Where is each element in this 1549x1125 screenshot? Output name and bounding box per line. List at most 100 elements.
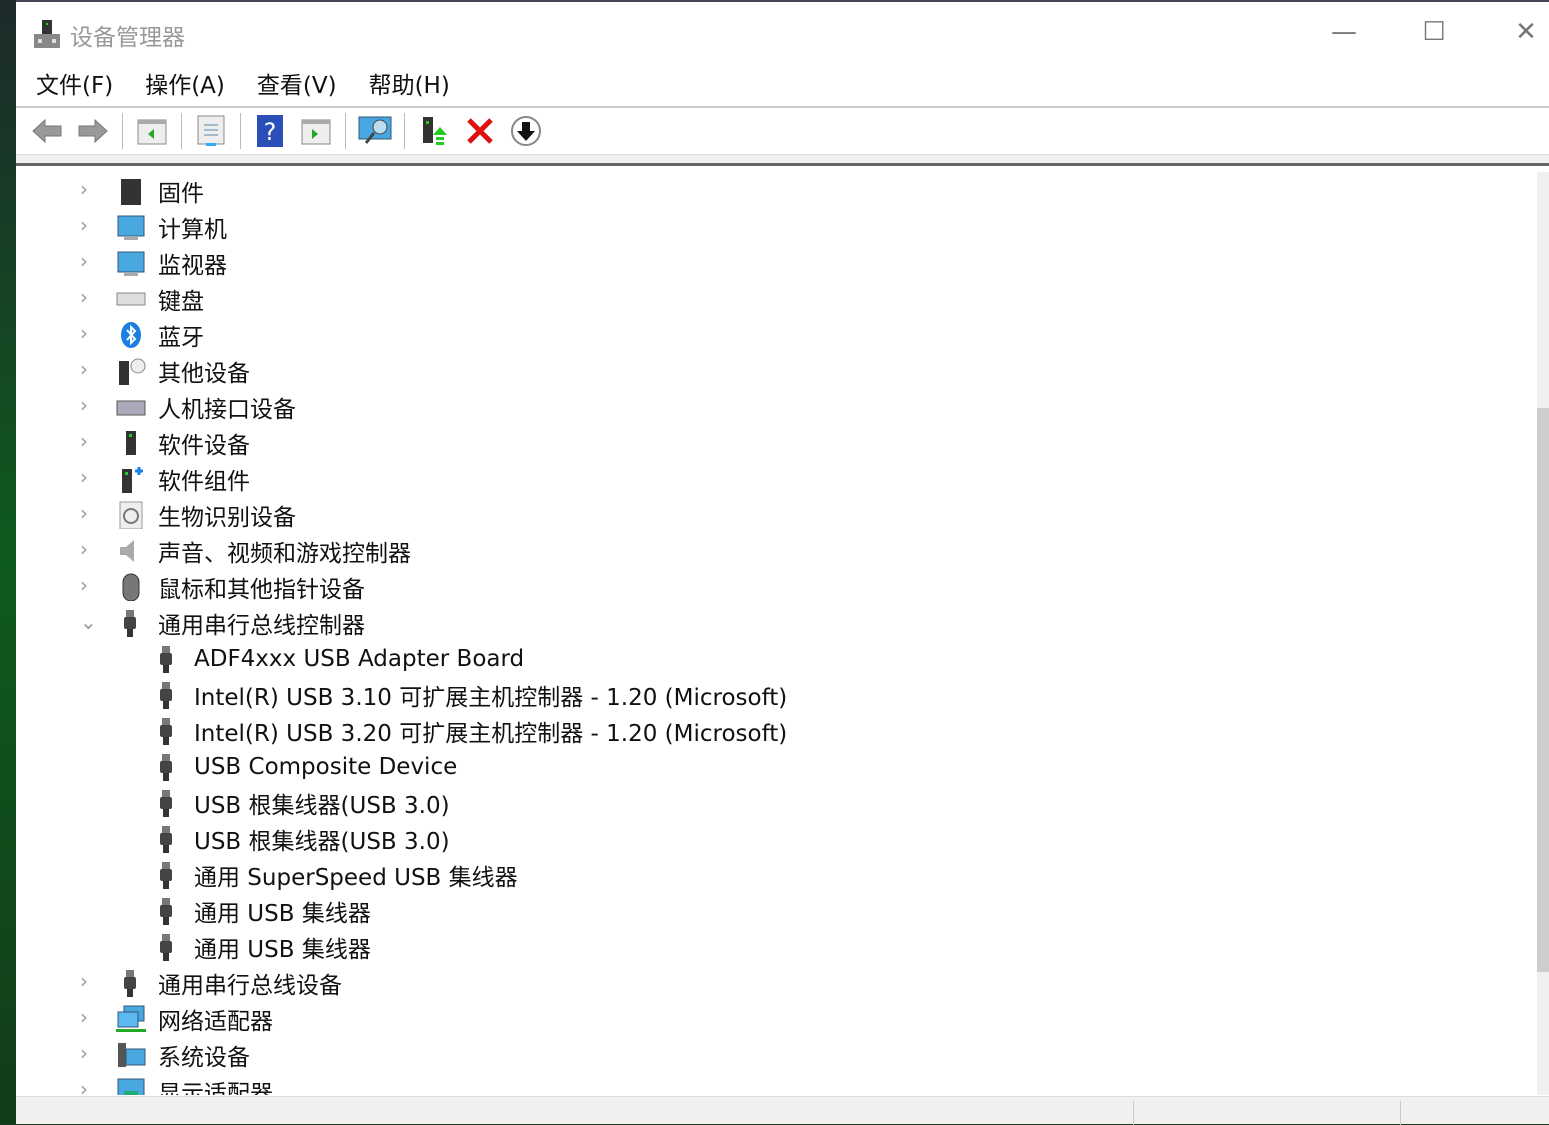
scan-hardware-button[interactable] (355, 113, 395, 149)
console-tree-icon (137, 119, 167, 145)
chevron-right-icon[interactable]: › (80, 249, 94, 273)
tree-category[interactable]: › 人机接口设备 (70, 389, 296, 425)
forward-button[interactable] (73, 113, 113, 149)
device-label: Intel(R) USB 3.10 可扩展主机控制器 - 1.20 (Micro… (194, 685, 788, 711)
tree-category[interactable]: › 计算机 (70, 209, 227, 245)
chevron-right-icon[interactable]: › (80, 1077, 94, 1095)
category-label: 固件 (158, 181, 204, 207)
category-label: 通用串行总线设备 (158, 973, 342, 999)
tree-category[interactable]: › 软件设备 (70, 425, 250, 461)
usb-icon (160, 898, 172, 925)
tree-device-item[interactable]: USB Composite Device (152, 749, 457, 785)
category-label: 软件组件 (158, 469, 250, 495)
toolbar-divider (404, 113, 405, 149)
menu-action[interactable]: 操作(A) (145, 64, 225, 106)
down-arrow-circle-icon (511, 116, 541, 146)
usb-icon (160, 682, 172, 709)
desktop-background (0, 0, 16, 1124)
tree-device-item[interactable]: Intel(R) USB 3.20 可扩展主机控制器 - 1.20 (Micro… (152, 713, 787, 749)
disable-button[interactable] (506, 113, 546, 149)
show-hide-action-pane-button[interactable] (296, 113, 336, 149)
chevron-right-icon[interactable]: › (80, 177, 94, 201)
toolbar-separator (16, 154, 1549, 166)
status-divider (1400, 1101, 1401, 1125)
window-title: 设备管理器 (70, 25, 185, 51)
biometric-icon (119, 501, 143, 529)
chevron-right-icon[interactable]: › (80, 501, 94, 525)
chevron-right-icon[interactable]: › (80, 573, 94, 597)
tree-category[interactable]: › 声音、视频和游戏控制器 (70, 533, 411, 569)
chevron-right-icon[interactable]: › (80, 1005, 94, 1029)
scan-monitor-icon (358, 116, 392, 144)
chevron-right-icon[interactable]: › (80, 357, 94, 381)
device-label: Intel(R) USB 3.20 可扩展主机控制器 - 1.20 (Micro… (194, 721, 788, 747)
back-button[interactable] (27, 113, 67, 149)
device-label: 通用 USB 集线器 (194, 937, 371, 963)
device-tree: › 固件 › 计算机 › 监视器 › 键盘 › 蓝牙 › 其他设备 › 人机接口设备 › 软件设备 › 软件组件 ›… (20, 172, 1536, 1095)
status-bar (16, 1096, 1549, 1125)
tree-category[interactable]: › 鼠标和其他指针设备 (70, 569, 365, 605)
scrollbar-thumb[interactable] (1537, 408, 1549, 972)
device-label: USB 根集线器(USB 3.0) (194, 829, 450, 855)
category-label: 人机接口设备 (158, 397, 296, 423)
tree-category[interactable]: › 系统设备 (70, 1037, 250, 1073)
update-driver-button[interactable] (414, 113, 454, 149)
category-label: 显示适配器 (158, 1081, 273, 1095)
vertical-scrollbar[interactable] (1537, 172, 1549, 1095)
tree-device-item[interactable]: Intel(R) USB 3.10 可扩展主机控制器 - 1.20 (Micro… (152, 677, 787, 713)
tree-device-item[interactable]: USB 根集线器(USB 3.0) (152, 821, 450, 857)
tree-device-item[interactable]: ADF4xxx USB Adapter Board (152, 641, 524, 677)
category-label: 蓝牙 (158, 325, 204, 351)
chevron-right-icon[interactable]: › (80, 1041, 94, 1065)
device-manager-window: 设备管理器 — ☐ ✕ 文件(F) 操作(A) 查看(V) 帮助(H) ? › 固… (16, 0, 1549, 1125)
toolbar-divider (181, 113, 182, 149)
chevron-down-icon[interactable]: ⌄ (80, 610, 97, 634)
properties-button[interactable] (191, 113, 231, 149)
chevron-right-icon[interactable]: › (80, 969, 94, 993)
svg-text:?: ? (264, 118, 277, 146)
action-pane-icon (301, 119, 331, 145)
tree-device-item[interactable]: USB 根集线器(USB 3.0) (152, 785, 450, 821)
chevron-right-icon[interactable]: › (80, 537, 94, 561)
help-button[interactable]: ? (250, 113, 290, 149)
minimize-button[interactable]: — (1321, 12, 1367, 52)
tree-category[interactable]: › 网络适配器 (70, 1001, 273, 1037)
help-icon: ? (257, 115, 283, 147)
chevron-right-icon[interactable]: › (80, 429, 94, 453)
tree-device-item[interactable]: 通用 USB 集线器 (152, 929, 371, 965)
tree-category[interactable]: › 显示适配器 (70, 1073, 273, 1095)
tree-device-item[interactable]: 通用 USB 集线器 (152, 893, 371, 929)
show-hide-console-tree-button[interactable] (132, 113, 172, 149)
computer-icon (117, 215, 145, 240)
tree-category[interactable]: › 软件组件 (70, 461, 250, 497)
menu-file[interactable]: 文件(F) (36, 64, 113, 106)
category-label: 通用串行总线控制器 (158, 613, 365, 639)
chevron-right-icon[interactable]: › (80, 393, 94, 417)
chevron-right-icon[interactable]: › (80, 465, 94, 489)
chevron-right-icon[interactable]: › (80, 285, 94, 309)
usb-icon (160, 826, 172, 853)
menu-view[interactable]: 查看(V) (257, 64, 337, 106)
close-button[interactable]: ✕ (1503, 12, 1549, 52)
other-devices-icon (119, 358, 146, 385)
tree-category[interactable]: › 监视器 (70, 245, 227, 281)
toolbar-divider (345, 113, 346, 149)
keyboard-icon (116, 292, 146, 306)
usb-icon (124, 610, 136, 637)
tree-category[interactable]: › 键盘 (70, 281, 204, 317)
uninstall-button[interactable] (460, 113, 500, 149)
device-label: ADF4xxx USB Adapter Board (194, 646, 525, 672)
tree-category[interactable]: › 通用串行总线设备 (70, 965, 342, 1001)
chevron-right-icon[interactable]: › (80, 321, 94, 345)
tree-category[interactable]: › 生物识别设备 (70, 497, 296, 533)
arrow-left-icon (32, 118, 62, 144)
tree-device-item[interactable]: 通用 SuperSpeed USB 集线器 (152, 857, 518, 893)
maximize-button[interactable]: ☐ (1411, 12, 1457, 52)
tree-category[interactable]: › 固件 (70, 173, 204, 209)
tree-category[interactable]: ⌄ 通用串行总线控制器 (70, 605, 365, 641)
chevron-right-icon[interactable]: › (80, 213, 94, 237)
menu-help[interactable]: 帮助(H) (369, 64, 450, 106)
tree-category[interactable]: › 其他设备 (70, 353, 250, 389)
category-label: 计算机 (158, 217, 227, 243)
tree-category[interactable]: › 蓝牙 (70, 317, 204, 353)
